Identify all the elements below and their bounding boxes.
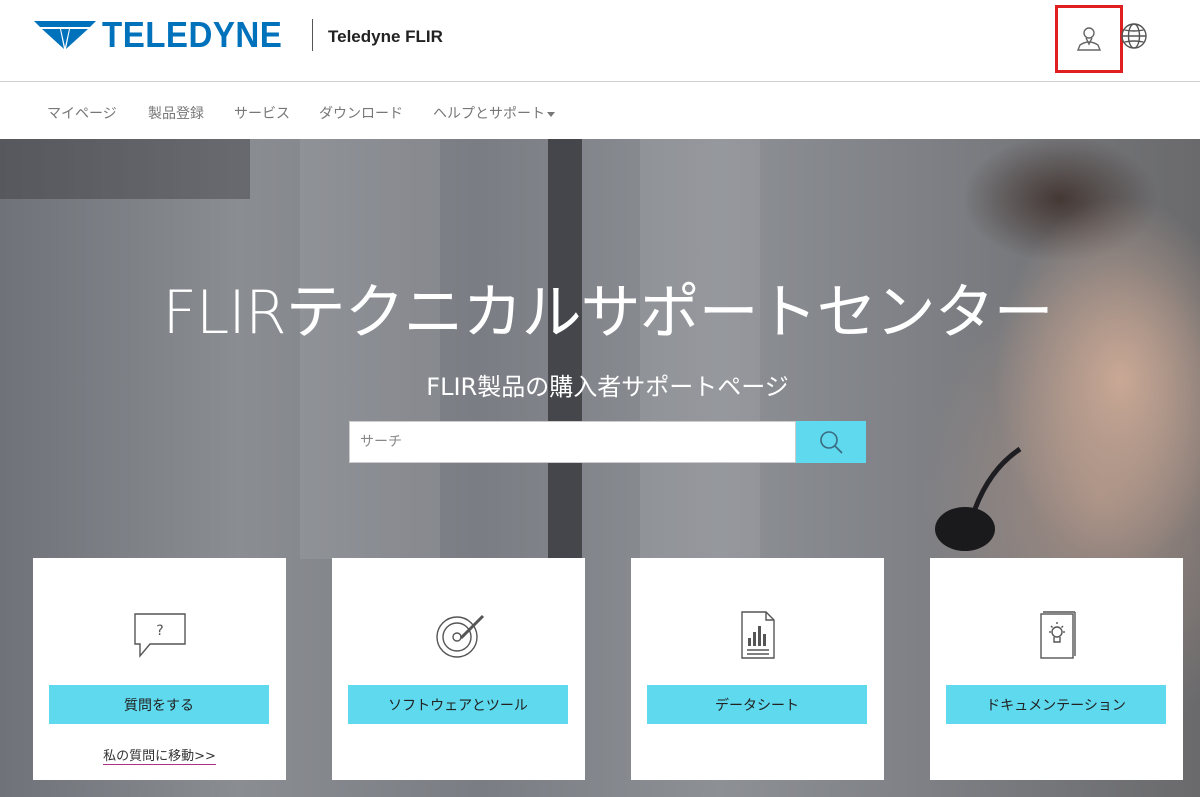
- card-documentation: ドキュメンテーション: [930, 558, 1183, 780]
- nav-item-help-support-label: ヘルプとサポート: [433, 106, 545, 122]
- card-software-tools: ソフトウェアとツール: [332, 558, 585, 780]
- nav-item-product-registration[interactable]: 製品登録: [148, 103, 204, 123]
- hero-section: FLIRテクニカルサポートセンター FLIR製品の購入者サポートページ ? 質問…: [0, 139, 1200, 797]
- card-icon-wrap: [631, 610, 884, 660]
- software-disc-icon: [435, 614, 484, 658]
- search-button[interactable]: [796, 421, 866, 463]
- brand-subtitle: Teledyne FLIR: [328, 27, 443, 46]
- documentation-icon: [1039, 611, 1076, 659]
- search-icon: [820, 431, 843, 454]
- ask-question-button[interactable]: 質問をする: [49, 685, 269, 724]
- card-datasheet: データシート: [631, 558, 884, 780]
- hero-subtitle: FLIR製品の購入者サポートページ: [426, 373, 789, 401]
- search-bar: [349, 421, 866, 463]
- card-icon-wrap: ?: [33, 610, 286, 660]
- user-icon: [1076, 27, 1102, 51]
- language-selector[interactable]: [1120, 22, 1148, 50]
- site-header: TELEDYNE Teledyne FLIR: [0, 0, 1200, 82]
- nav-item-service[interactable]: サービス: [234, 103, 290, 123]
- documentation-button[interactable]: ドキュメンテーション: [946, 685, 1166, 724]
- hero-title: FLIRテクニカルサポートセンター: [162, 278, 1053, 348]
- question-bubble-icon: ?: [133, 613, 186, 658]
- chevron-down-icon: [547, 111, 555, 117]
- main-nav: マイページ 製品登録 サービス ダウンロード ヘルプとサポート: [0, 83, 1200, 139]
- nav-item-download[interactable]: ダウンロード: [319, 103, 403, 123]
- datasheet-icon: [740, 611, 775, 659]
- card-ask-question: ? 質問をする 私の質問に移動>>: [33, 558, 286, 780]
- card-icon-wrap: [930, 610, 1183, 660]
- teledyne-logo-mark: [34, 21, 96, 49]
- nav-item-help-support[interactable]: ヘルプとサポート: [433, 103, 555, 123]
- software-tools-button[interactable]: ソフトウェアとツール: [348, 685, 568, 724]
- svg-text:?: ?: [156, 623, 163, 639]
- teledyne-logo[interactable]: TELEDYNE: [34, 17, 298, 53]
- header-divider: [312, 19, 313, 51]
- my-questions-link-text: 私の質問に移動>>: [103, 749, 216, 765]
- search-input[interactable]: [349, 421, 796, 463]
- nav-item-mypage[interactable]: マイページ: [47, 103, 117, 123]
- card-icon-wrap: [332, 610, 585, 660]
- logo-text: TELEDYNE: [102, 14, 283, 55]
- my-questions-link[interactable]: 私の質問に移動>>: [33, 745, 286, 765]
- datasheet-button[interactable]: データシート: [647, 685, 867, 724]
- globe-icon: [1121, 23, 1147, 49]
- user-account-button[interactable]: [1055, 5, 1123, 73]
